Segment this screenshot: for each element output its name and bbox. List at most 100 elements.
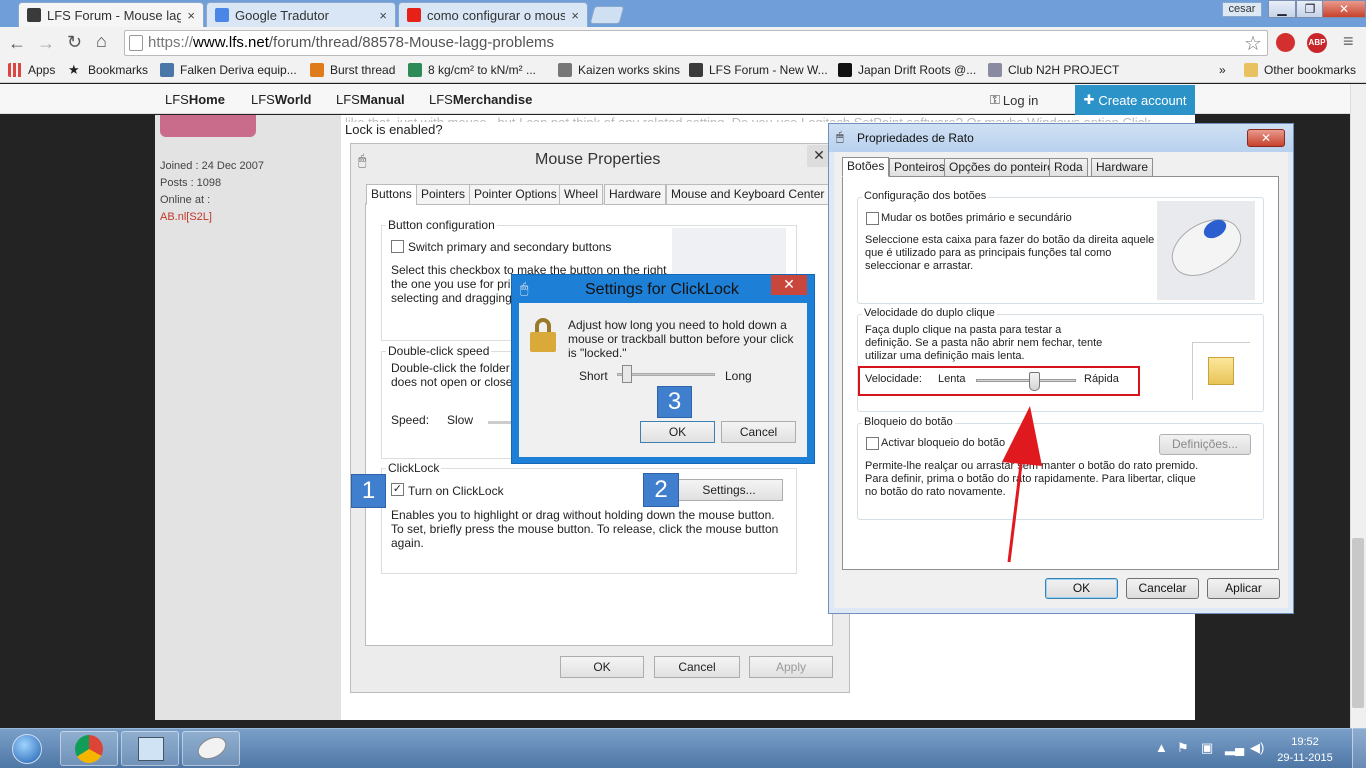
- switch-buttons-checkbox[interactable]: [866, 212, 879, 225]
- tab-label: como configurar o mouse: [427, 7, 566, 23]
- show-desktop-button[interactable]: [1352, 728, 1366, 768]
- clock-date: 29-11-2015: [1277, 752, 1333, 764]
- double-click-desc-1: Faça duplo clique na pasta para testar a: [865, 324, 1062, 336]
- bookmark-apps[interactable]: Apps: [8, 63, 55, 77]
- close-icon[interactable]: ✕: [1247, 129, 1285, 147]
- extension-icon[interactable]: [1276, 33, 1295, 52]
- back-arrow-icon[interactable]: ←: [8, 33, 26, 54]
- new-tab-button[interactable]: [589, 6, 625, 24]
- clicklock-checkbox-label: Activar bloqueio do botão: [881, 437, 1006, 449]
- bookmark-burst[interactable]: Burst thread: [310, 63, 395, 77]
- bookmark-club-n2h[interactable]: Club N2H PROJECT: [988, 63, 1119, 77]
- tab-hardware[interactable]: Hardware: [1091, 158, 1154, 177]
- scrollbar-thumb[interactable]: [1352, 538, 1364, 708]
- clock[interactable]: 19:52 29-11-2015: [1270, 734, 1340, 766]
- tab-close-icon[interactable]: ×: [571, 8, 579, 23]
- avatar[interactable]: [160, 115, 256, 137]
- clicklock-settings-button[interactable]: Settings...: [675, 479, 783, 501]
- bookmark-lfs-new[interactable]: LFS Forum - New W...: [689, 63, 828, 77]
- slider-thumb[interactable]: [621, 365, 632, 383]
- cancel-button[interactable]: Cancel: [654, 656, 740, 678]
- switch-desc-3: selecting and dragging: [391, 291, 512, 305]
- apply-button[interactable]: Apply: [749, 656, 833, 678]
- tab-mouse-keyboard-center[interactable]: Mouse and Keyboard Center: [666, 184, 830, 205]
- clicklock-checkbox[interactable]: ✓: [391, 483, 404, 496]
- bookmark-bookmarks[interactable]: ★ Bookmarks: [68, 63, 148, 78]
- reload-icon[interactable]: ↻: [67, 32, 82, 53]
- tab-youtube[interactable]: como configurar o mouse ×: [398, 2, 588, 27]
- maximize-icon[interactable]: ❐: [1296, 0, 1324, 18]
- profile-user-badge[interactable]: cesar: [1222, 2, 1262, 17]
- forward-arrow-icon[interactable]: →: [37, 33, 55, 54]
- volume-icon[interactable]: ◀): [1250, 740, 1264, 756]
- nav-lfs-world[interactable]: LFSWorld: [251, 92, 311, 107]
- tab-buttons[interactable]: Buttons: [366, 184, 417, 205]
- tab-close-icon[interactable]: ×: [187, 8, 195, 23]
- page-info-icon[interactable]: [129, 35, 143, 51]
- tab-opcoes-ponteiro[interactable]: Opções do ponteiro: [944, 158, 1059, 177]
- tab-botoes[interactable]: Botões: [842, 157, 890, 177]
- tab-google-tradutor[interactable]: Google Tradutor ×: [206, 2, 396, 27]
- nav-lfs-manual[interactable]: LFSManual: [336, 92, 405, 107]
- post-text-line1: like that, just with mouse...but I can n…: [345, 115, 1185, 122]
- double-click-slider[interactable]: [488, 421, 512, 424]
- tab-pointers[interactable]: Pointers: [416, 184, 471, 205]
- close-icon[interactable]: ✕: [771, 275, 807, 295]
- bookmark-star-icon[interactable]: ☆: [1244, 31, 1262, 56]
- speed-highlight-annotation: [858, 366, 1140, 396]
- apply-button[interactable]: Aplicar: [1207, 578, 1280, 599]
- nav-lfs-home[interactable]: LFSHome: [165, 92, 225, 107]
- ok-button[interactable]: OK: [1045, 578, 1118, 599]
- speed-label: Speed:: [391, 413, 430, 427]
- login-link[interactable]: ⚿ Log in: [990, 92, 1038, 108]
- nav-prefix: LFS: [336, 92, 360, 107]
- network-signal-icon[interactable]: ▂▄: [1225, 740, 1244, 756]
- kaizen-icon: [558, 63, 572, 77]
- tab-close-icon[interactable]: ×: [379, 8, 387, 23]
- taskbar-chrome[interactable]: [60, 731, 118, 766]
- online-at-server[interactable]: AB.nl[S2L]: [160, 211, 212, 223]
- bookmark-label: Apps: [28, 63, 56, 77]
- nav-prefix: LFS: [429, 92, 453, 107]
- bookmark-japan-drift[interactable]: Japan Drift Roots @...: [838, 63, 976, 77]
- tab-hardware[interactable]: Hardware: [604, 184, 667, 205]
- test-folder-area[interactable]: [1192, 342, 1250, 400]
- menu-icon[interactable]: ≡: [1343, 31, 1354, 52]
- cancel-button[interactable]: Cancel: [721, 421, 796, 443]
- lfs-favicon-icon: [27, 8, 41, 22]
- bookmarks-overflow-icon[interactable]: »: [1219, 63, 1226, 77]
- bookmark-label: 8 kg/cm² to kN/m² ...: [428, 63, 537, 77]
- ok-button[interactable]: OK: [640, 421, 715, 443]
- speed-slow-label: Slow: [447, 413, 474, 427]
- browser-titlebar: [0, 0, 1366, 27]
- nav-lfs-merchandise[interactable]: LFSMerchandise: [429, 92, 532, 107]
- tray-expand-icon[interactable]: ▲: [1155, 740, 1168, 755]
- device-icon[interactable]: ▣: [1201, 740, 1213, 756]
- key-icon: ⚿: [990, 92, 1000, 107]
- taskbar-mouse-properties[interactable]: [182, 731, 240, 766]
- home-icon[interactable]: ⌂: [96, 31, 107, 52]
- other-bookmarks[interactable]: Other bookmarks: [1244, 63, 1356, 77]
- tab-lfs-forum[interactable]: LFS Forum - Mouse lagg/ ×: [18, 2, 204, 27]
- taskbar-control-panel[interactable]: [121, 731, 179, 766]
- tab-roda[interactable]: Roda: [1049, 158, 1088, 177]
- clicklock-checkbox[interactable]: [866, 437, 879, 450]
- bookmark-conversion[interactable]: 8 kg/cm² to kN/m² ...: [408, 63, 536, 77]
- bookmark-label: Other bookmarks: [1264, 63, 1357, 77]
- bookmark-falken[interactable]: Falken Deriva equip...: [160, 63, 297, 77]
- cancel-button[interactable]: Cancelar: [1126, 578, 1199, 599]
- bookmark-kaizen[interactable]: Kaizen works skins: [558, 63, 680, 77]
- tab-wheel[interactable]: Wheel: [559, 184, 604, 205]
- definicoes-button[interactable]: Definições...: [1159, 434, 1251, 455]
- tab-ponteiros[interactable]: Ponteiros: [889, 158, 950, 177]
- action-center-flag-icon[interactable]: ⚑: [1177, 740, 1189, 756]
- minimize-icon[interactable]: ▁: [1268, 0, 1296, 18]
- create-account-button[interactable]: ✚ Create account: [1075, 85, 1195, 115]
- adblock-icon[interactable]: ABP: [1307, 33, 1327, 53]
- switch-buttons-checkbox[interactable]: [391, 240, 404, 253]
- window-close-icon[interactable]: ✕: [1322, 0, 1366, 18]
- start-button[interactable]: [4, 731, 50, 767]
- tab-pointer-options[interactable]: Pointer Options: [469, 184, 562, 205]
- ok-button[interactable]: OK: [560, 656, 644, 678]
- clicklock-desc-2: mouse or trackball button before your cl…: [568, 332, 794, 346]
